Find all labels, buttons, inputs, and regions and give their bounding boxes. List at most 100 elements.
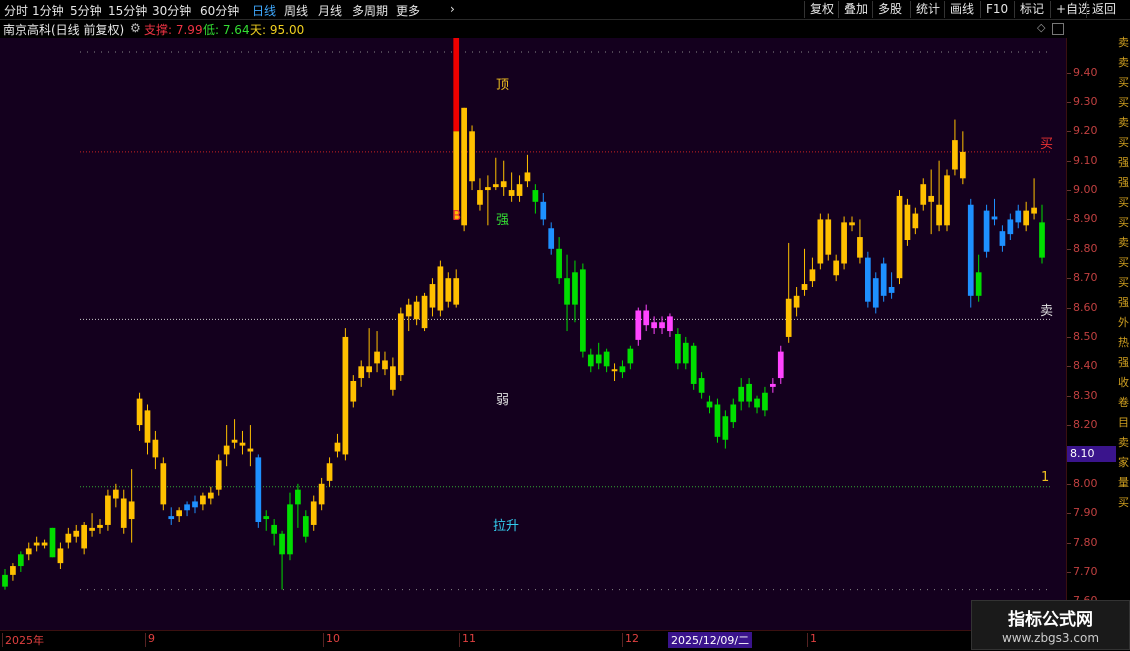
candle-body bbox=[967, 204, 974, 296]
side-signal-char: 买 bbox=[1118, 96, 1129, 109]
right-side-strip[interactable]: 卖卖买买卖买强强买买卖买买强外热强收卷目卖家量买 bbox=[1116, 20, 1130, 630]
toolbar-button-3[interactable]: 统计 bbox=[910, 1, 945, 18]
candle-body bbox=[429, 284, 436, 308]
candle-body bbox=[287, 504, 293, 555]
period-tab-8[interactable]: 月线 bbox=[318, 2, 342, 19]
candle-body bbox=[667, 316, 673, 332]
candle-body bbox=[809, 269, 816, 282]
toolbar-button-4[interactable]: 画线 bbox=[944, 1, 979, 18]
side-signal-char: 量 bbox=[1118, 476, 1129, 489]
candle-body bbox=[318, 483, 325, 505]
label-b: B bbox=[452, 209, 461, 224]
price-tick-label: 9.10 bbox=[1073, 153, 1098, 167]
candle-body bbox=[928, 195, 935, 202]
candle-body bbox=[825, 219, 832, 255]
price-tick-label: 7.90 bbox=[1073, 506, 1098, 520]
candle-body bbox=[128, 501, 135, 520]
candle-body bbox=[374, 351, 380, 364]
candle-body bbox=[120, 498, 127, 528]
candle-body bbox=[690, 345, 697, 384]
candle-body bbox=[477, 190, 483, 205]
candle-body bbox=[358, 366, 365, 379]
side-signal-char: 强 bbox=[1118, 156, 1129, 169]
period-tab-2[interactable]: 5分钟 bbox=[70, 2, 102, 19]
candle-body bbox=[453, 278, 460, 305]
label-rise: 拉升 bbox=[493, 519, 519, 534]
price-tick-mark bbox=[1067, 395, 1071, 397]
period-tab-4[interactable]: 30分钟 bbox=[152, 2, 191, 19]
candle-body bbox=[215, 460, 222, 490]
toolbar-button-5[interactable]: F10 bbox=[980, 1, 1013, 18]
price-tick-mark bbox=[1067, 425, 1071, 427]
candle-body bbox=[556, 248, 562, 279]
side-signal-char: 卷 bbox=[1118, 396, 1129, 409]
period-tab-6[interactable]: 日线 bbox=[252, 2, 276, 19]
label-one: 1 bbox=[1041, 470, 1049, 485]
side-signal-char: 强 bbox=[1118, 296, 1129, 309]
candle-body bbox=[619, 366, 626, 373]
candle-body bbox=[271, 524, 277, 534]
chart-area[interactable]: 顶强弱拉升 买卖 1 B bbox=[0, 38, 1066, 630]
candle-body bbox=[912, 213, 919, 229]
minimize-icon[interactable] bbox=[1052, 23, 1064, 35]
period-tab-9[interactable]: 多周期 bbox=[352, 2, 388, 19]
date-label: 11 bbox=[462, 632, 476, 645]
candle-body bbox=[1023, 210, 1030, 226]
date-tick-mark bbox=[807, 633, 808, 647]
candle-body bbox=[17, 554, 24, 567]
toolbar-button-8[interactable]: 返回 bbox=[1086, 1, 1121, 18]
price-tick-mark bbox=[1067, 307, 1071, 309]
candle-body bbox=[952, 140, 958, 170]
candlestick-chart[interactable]: 顶强弱拉升 买卖 1 B bbox=[0, 38, 1066, 630]
candle-body bbox=[485, 187, 491, 191]
period-tab-0[interactable]: 分时 bbox=[4, 2, 28, 19]
candle-body bbox=[595, 354, 602, 364]
diamond-icon[interactable]: ◇ bbox=[1037, 21, 1045, 34]
candle-body bbox=[73, 530, 80, 537]
price-tick-label: 9.40 bbox=[1073, 65, 1098, 79]
date-tick-mark bbox=[2, 633, 3, 647]
breakout-yellow-bar bbox=[453, 131, 460, 220]
settings-gear-icon[interactable]: ⚙ bbox=[130, 21, 141, 35]
support-value: 支撑: 7.99 bbox=[144, 23, 203, 37]
candle-body bbox=[207, 492, 214, 499]
candle-body bbox=[888, 287, 895, 293]
toolbar-button-6[interactable]: 标记 bbox=[1014, 1, 1049, 18]
label-strong: 强 bbox=[496, 213, 509, 228]
candle-body bbox=[41, 542, 48, 546]
candle-body bbox=[524, 172, 531, 182]
candle-body bbox=[991, 216, 998, 220]
candle-body bbox=[160, 463, 167, 505]
toolbar-button-2[interactable]: 多股 bbox=[872, 1, 907, 18]
candle-body bbox=[849, 222, 855, 226]
candle-body bbox=[777, 351, 784, 379]
toolbar-button-1[interactable]: 叠加 bbox=[838, 1, 873, 18]
price-tick-label: 8.80 bbox=[1073, 241, 1098, 255]
toolbar: 分时 1分钟 5分钟 15分钟 30分钟 60分钟 日线 周线 月线 多周期 更多 › 复权 叠加 多股 统计… bbox=[0, 0, 1130, 20]
side-signal-char: 买 bbox=[1118, 256, 1129, 269]
candle-body bbox=[730, 404, 737, 423]
period-tab-1[interactable]: 1分钟 bbox=[32, 2, 64, 19]
candle-body bbox=[413, 301, 420, 320]
price-tick-mark bbox=[1067, 513, 1071, 515]
price-tick-label: 8.50 bbox=[1073, 329, 1098, 343]
period-tab-7[interactable]: 周线 bbox=[284, 2, 308, 19]
date-label: 9 bbox=[148, 632, 155, 645]
candle-body bbox=[603, 351, 610, 367]
candle-body bbox=[247, 448, 254, 452]
price-tick-mark bbox=[1067, 336, 1071, 338]
candle-body bbox=[390, 366, 396, 390]
candle-body bbox=[793, 295, 800, 308]
watermark-title: 指标公式网 bbox=[1008, 610, 1093, 630]
period-tab-10[interactable]: 更多 bbox=[396, 2, 420, 19]
candle-body bbox=[310, 501, 317, 525]
toolbar-button-0[interactable]: 复权 bbox=[804, 1, 839, 18]
period-tab-5[interactable]: 60分钟 bbox=[200, 2, 239, 19]
more-chevron-icon[interactable]: › bbox=[450, 2, 455, 16]
date-label: 12 bbox=[625, 632, 639, 645]
candle-body bbox=[959, 151, 966, 179]
side-signal-char: 买 bbox=[1118, 276, 1129, 289]
candle-body bbox=[698, 378, 705, 393]
label-buy: 买 bbox=[1040, 137, 1053, 152]
period-tab-3[interactable]: 15分钟 bbox=[108, 2, 147, 19]
